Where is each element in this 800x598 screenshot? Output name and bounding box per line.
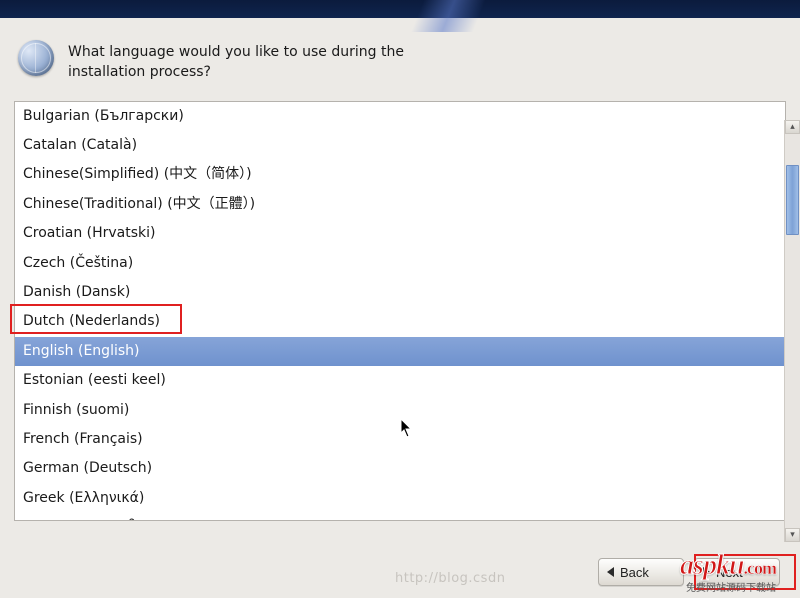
language-option[interactable]: Danish (Dansk) (15, 278, 785, 307)
arrow-right-icon (703, 567, 710, 577)
language-option[interactable]: Catalan (Català) (15, 131, 785, 160)
language-option[interactable]: Bulgarian (Български) (15, 102, 785, 131)
back-button[interactable]: Back (598, 558, 684, 586)
header-band (0, 0, 800, 18)
language-option[interactable]: Chinese(Simplified) (中文（简体）) (15, 160, 785, 189)
language-option[interactable]: Croatian (Hrvatski) (15, 219, 785, 248)
language-option[interactable]: Dutch (Nederlands) (15, 307, 785, 336)
prompt-text: What language would you like to use duri… (68, 40, 404, 83)
prompt-line-1: What language would you like to use duri… (68, 44, 404, 60)
language-list-frame: Bulgarian (Български)Catalan (Català)Chi… (14, 101, 786, 521)
next-button[interactable]: Next (694, 558, 780, 586)
language-option[interactable]: Gujarati (ગુજરાતી) (15, 513, 785, 520)
language-option[interactable]: Greek (Ελληνικά) (15, 484, 785, 513)
back-button-label: Back (620, 565, 649, 580)
arrow-left-icon (607, 567, 614, 577)
language-option[interactable]: English (English) (15, 337, 785, 366)
language-option[interactable]: German (Deutsch) (15, 454, 785, 483)
globe-icon (18, 40, 54, 76)
watermark-blog: http://blog.csdn (395, 571, 505, 586)
scroll-down-icon[interactable]: ▾ (785, 528, 800, 542)
language-option[interactable]: Estonian (eesti keel) (15, 366, 785, 395)
button-row: Back Next (598, 558, 780, 586)
language-option[interactable]: French (Français) (15, 425, 785, 454)
outer-scrollbar[interactable]: ▴ ▾ (784, 120, 800, 542)
scroll-thumb[interactable] (786, 165, 799, 235)
language-list[interactable]: Bulgarian (Български)Catalan (Català)Chi… (15, 102, 785, 520)
next-button-label: Next (716, 565, 743, 580)
scroll-up-icon[interactable]: ▴ (785, 120, 800, 134)
language-option[interactable]: Chinese(Traditional) (中文（正體）) (15, 190, 785, 219)
language-option[interactable]: Czech (Čeština) (15, 249, 785, 278)
language-option[interactable]: Finnish (suomi) (15, 396, 785, 425)
prompt-line-2: installation process? (68, 64, 211, 80)
